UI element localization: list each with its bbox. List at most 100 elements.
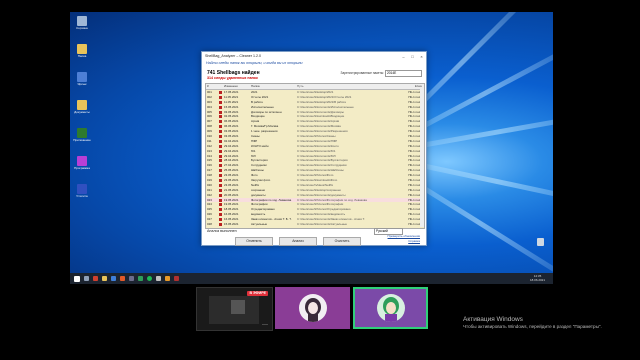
flag-icon bbox=[219, 213, 222, 217]
flag-icon bbox=[219, 159, 222, 163]
close-icon[interactable]: × bbox=[417, 54, 426, 59]
preview-window bbox=[231, 300, 245, 314]
shortcut-icon bbox=[77, 16, 87, 26]
counter-label: Зарегистрированные пакеты: bbox=[340, 71, 384, 75]
shortcut-icon bbox=[77, 72, 87, 82]
shortcut-icon bbox=[77, 156, 87, 166]
column-header[interactable]: # bbox=[206, 84, 219, 89]
flag-icon bbox=[219, 100, 222, 104]
search-icon[interactable] bbox=[84, 276, 89, 281]
column-header[interactable]: Папка bbox=[251, 84, 297, 89]
desktop-icon-label: Папка bbox=[77, 55, 87, 58]
app-icon[interactable] bbox=[120, 276, 125, 281]
spotify-icon[interactable] bbox=[147, 276, 152, 281]
cancel-button[interactable]: Отменить bbox=[235, 237, 273, 246]
flag-icon bbox=[219, 164, 222, 168]
desktop-icon[interactable]: Программа bbox=[73, 156, 91, 170]
flag-icon bbox=[219, 169, 222, 173]
desktop-icon[interactable]: Документы bbox=[73, 100, 91, 114]
title-bar: ShellBag_Analyzer – Cleaner 1.2.0 – □ × bbox=[202, 52, 426, 60]
screen-preview bbox=[209, 296, 259, 324]
avatar bbox=[376, 294, 405, 322]
minimize-icon[interactable]: – bbox=[399, 54, 408, 59]
desktop-icon-label: Программа bbox=[74, 167, 90, 170]
app-window: ShellBag_Analyzer – Cleaner 1.2.0 – □ × … bbox=[201, 51, 427, 246]
flag-icon bbox=[219, 125, 222, 129]
clean-button[interactable]: Очистить bbox=[323, 237, 361, 246]
activation-text: Чтобы активировать Windows, перейдите в … bbox=[463, 324, 602, 329]
taskbar: 14:35 18.06.2021 bbox=[70, 273, 553, 284]
desktop-icon[interactable]: Утилита bbox=[73, 184, 91, 198]
app-icon[interactable] bbox=[156, 276, 161, 281]
folder-icon[interactable] bbox=[102, 276, 107, 281]
more-options-icon[interactable]: ··· bbox=[262, 322, 268, 328]
desktop-icon[interactable]: Ярлык bbox=[73, 72, 91, 86]
flag-icon bbox=[219, 188, 222, 192]
avatar bbox=[298, 294, 327, 322]
flag-icon bbox=[219, 139, 222, 143]
help-text: Найти следы папок вы открыли, и когда вы… bbox=[206, 61, 303, 65]
flag-icon bbox=[219, 179, 222, 183]
desktop-icon[interactable]: Приложение bbox=[73, 128, 91, 142]
start-icon[interactable] bbox=[74, 275, 80, 282]
flag-icon bbox=[219, 120, 222, 124]
flag-icon bbox=[219, 193, 222, 197]
app-icon[interactable] bbox=[138, 276, 143, 281]
system-clock[interactable]: 14:35 18.06.2021 bbox=[530, 274, 545, 282]
browser-icon[interactable] bbox=[111, 276, 116, 281]
flag-icon bbox=[219, 223, 222, 227]
flag-icon bbox=[219, 174, 222, 178]
participant-tile-active[interactable] bbox=[353, 287, 428, 329]
flag-icon bbox=[219, 115, 222, 119]
desktop-icon-label: Корзина bbox=[76, 27, 88, 30]
help-link[interactable]: Справка bbox=[408, 239, 420, 243]
app-icon[interactable] bbox=[165, 276, 170, 281]
flag-icon bbox=[219, 105, 222, 109]
vertical-scrollbar[interactable] bbox=[420, 89, 424, 227]
windows-activation-watermark: Активация Windows Чтобы активировать Win… bbox=[463, 316, 602, 329]
desktop-icon[interactable]: Корзина bbox=[73, 16, 91, 30]
desktop-icon-label: Приложение bbox=[73, 139, 91, 142]
shellbag-table[interactable]: # Изменено Папка Путь Ключ 001 17.05.2021… bbox=[205, 83, 425, 229]
column-header[interactable]: Путь bbox=[297, 84, 400, 89]
participant-tile-screen[interactable]: В ЭФИРЕ ··· bbox=[196, 287, 273, 331]
app-icon[interactable] bbox=[93, 276, 98, 281]
app-icon[interactable] bbox=[174, 276, 179, 281]
flag-icon bbox=[219, 130, 222, 134]
flag-icon bbox=[219, 218, 222, 222]
analyze-button[interactable]: Анализ bbox=[279, 237, 317, 246]
column-header[interactable]: Изменено bbox=[224, 84, 251, 89]
flag-icon bbox=[219, 149, 222, 153]
flag-icon bbox=[219, 208, 222, 212]
desktop-icon-label: Ярлык bbox=[77, 83, 87, 86]
counter-field[interactable]: 2014Е bbox=[385, 70, 422, 77]
window-title: ShellBag_Analyzer – Cleaner 1.2.0 bbox=[205, 54, 261, 58]
clock-date: 18.06.2021 bbox=[529, 278, 545, 282]
table-body: 001 17.05.2021 2021 C:\Users\user\Desktop\2… bbox=[206, 90, 424, 228]
flag-icon bbox=[219, 135, 222, 139]
shared-desktop: Корзина Папка Ярлык Документы Приложение Прог… bbox=[70, 12, 553, 284]
desktop-icon-label: Документы bbox=[74, 111, 90, 114]
desktop-icon-label: Утилита bbox=[76, 195, 88, 198]
shortcut-icon bbox=[77, 128, 87, 138]
flag-icon bbox=[219, 144, 222, 148]
shortcut-icon bbox=[77, 44, 87, 54]
desktop-icon[interactable]: Папка bbox=[73, 44, 91, 58]
app-icon[interactable] bbox=[129, 276, 134, 281]
status-label: Анализ выполнен bbox=[207, 229, 237, 233]
update-link[interactable]: Проверить обновления bbox=[388, 234, 420, 238]
flag-icon bbox=[219, 95, 222, 99]
maximize-icon[interactable]: □ bbox=[408, 54, 417, 59]
participant-tile[interactable] bbox=[275, 287, 350, 329]
flag-icon bbox=[219, 203, 222, 207]
live-badge: В ЭФИРЕ bbox=[247, 291, 268, 296]
shortcut-icon bbox=[77, 184, 87, 194]
flag-icon bbox=[219, 110, 222, 114]
flag-icon bbox=[219, 183, 222, 187]
flag-icon bbox=[219, 91, 222, 94]
recycle-bin-icon[interactable] bbox=[533, 238, 547, 246]
flag-icon bbox=[219, 198, 222, 202]
activation-title: Активация Windows bbox=[463, 316, 523, 323]
bottom-panel: Анализ выполнен Русский Проверить обновл… bbox=[205, 228, 423, 246]
flag-icon bbox=[219, 154, 222, 158]
